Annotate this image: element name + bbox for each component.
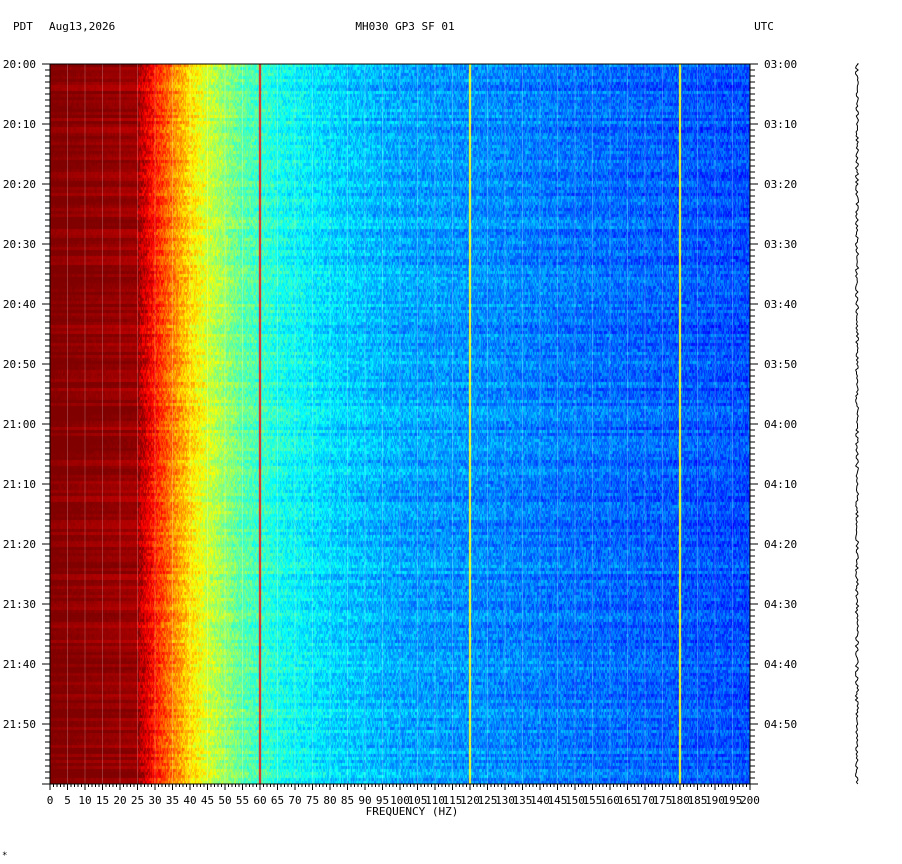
- right-time-label: 03:20: [764, 178, 797, 191]
- right-time-label: 03:00: [764, 58, 797, 71]
- x-tick-label: 200: [740, 794, 760, 807]
- x-tick-label: 0: [47, 794, 54, 807]
- seismogram-trace: [854, 63, 860, 785]
- left-time-label: 21:30: [3, 598, 36, 611]
- x-tick-label: 60: [253, 794, 266, 807]
- left-time-label: 21:00: [3, 418, 36, 431]
- chart-title: MH030 GP3 SF 01: [355, 20, 454, 33]
- x-tick-label: 40: [183, 794, 196, 807]
- x-tick-label: 5: [64, 794, 71, 807]
- left-timezone-label: PDT: [13, 20, 33, 33]
- x-tick-label: 30: [148, 794, 161, 807]
- right-time-label: 04:00: [764, 418, 797, 431]
- right-time-label: 04:20: [764, 538, 797, 551]
- left-time-label: 21:50: [3, 718, 36, 731]
- right-time-label: 03:50: [764, 358, 797, 371]
- right-time-label: 04:40: [764, 658, 797, 671]
- right-time-label: 04:30: [764, 598, 797, 611]
- x-tick-label: 15: [96, 794, 109, 807]
- x-tick-label: 50: [218, 794, 231, 807]
- left-time-label: 20:30: [3, 238, 36, 251]
- left-time-label: 20:00: [3, 58, 36, 71]
- right-time-label: 03:40: [764, 298, 797, 311]
- x-tick-label: 25: [131, 794, 144, 807]
- x-tick-label: 10: [78, 794, 91, 807]
- x-axis-label: FREQUENCY (HZ): [366, 805, 459, 818]
- left-time-label: 20:10: [3, 118, 36, 131]
- right-time-label: 03:10: [764, 118, 797, 131]
- x-tick-label: 70: [288, 794, 301, 807]
- date-label: Aug13,2026: [49, 20, 115, 33]
- spectrogram-figure: PDT Aug13,2026 MH030 GP3 SF 01 UTC 0 5 10 1…: [2, 20, 860, 861]
- x-tick-label: 45: [201, 794, 214, 807]
- right-time-label: 04:10: [764, 478, 797, 491]
- left-time-label: 21:40: [3, 658, 36, 671]
- x-tick-label: 35: [166, 794, 179, 807]
- right-timezone-label: UTC: [754, 20, 774, 33]
- right-time-label: 04:50: [764, 718, 797, 731]
- x-tick-label: 65: [271, 794, 284, 807]
- left-time-label: 21:10: [3, 478, 36, 491]
- left-time-label: 20:20: [3, 178, 36, 191]
- left-time-label: 21:20: [3, 538, 36, 551]
- x-tick-label: 20: [113, 794, 126, 807]
- x-tick-label: 85: [341, 794, 354, 807]
- x-tick-label: 75: [306, 794, 319, 807]
- x-tick-label: 80: [323, 794, 336, 807]
- left-time-label: 20:40: [3, 298, 36, 311]
- footnote-mark: *: [2, 851, 7, 861]
- x-tick-label: 55: [236, 794, 249, 807]
- right-time-label: 03:30: [764, 238, 797, 251]
- left-time-label: 20:50: [3, 358, 36, 371]
